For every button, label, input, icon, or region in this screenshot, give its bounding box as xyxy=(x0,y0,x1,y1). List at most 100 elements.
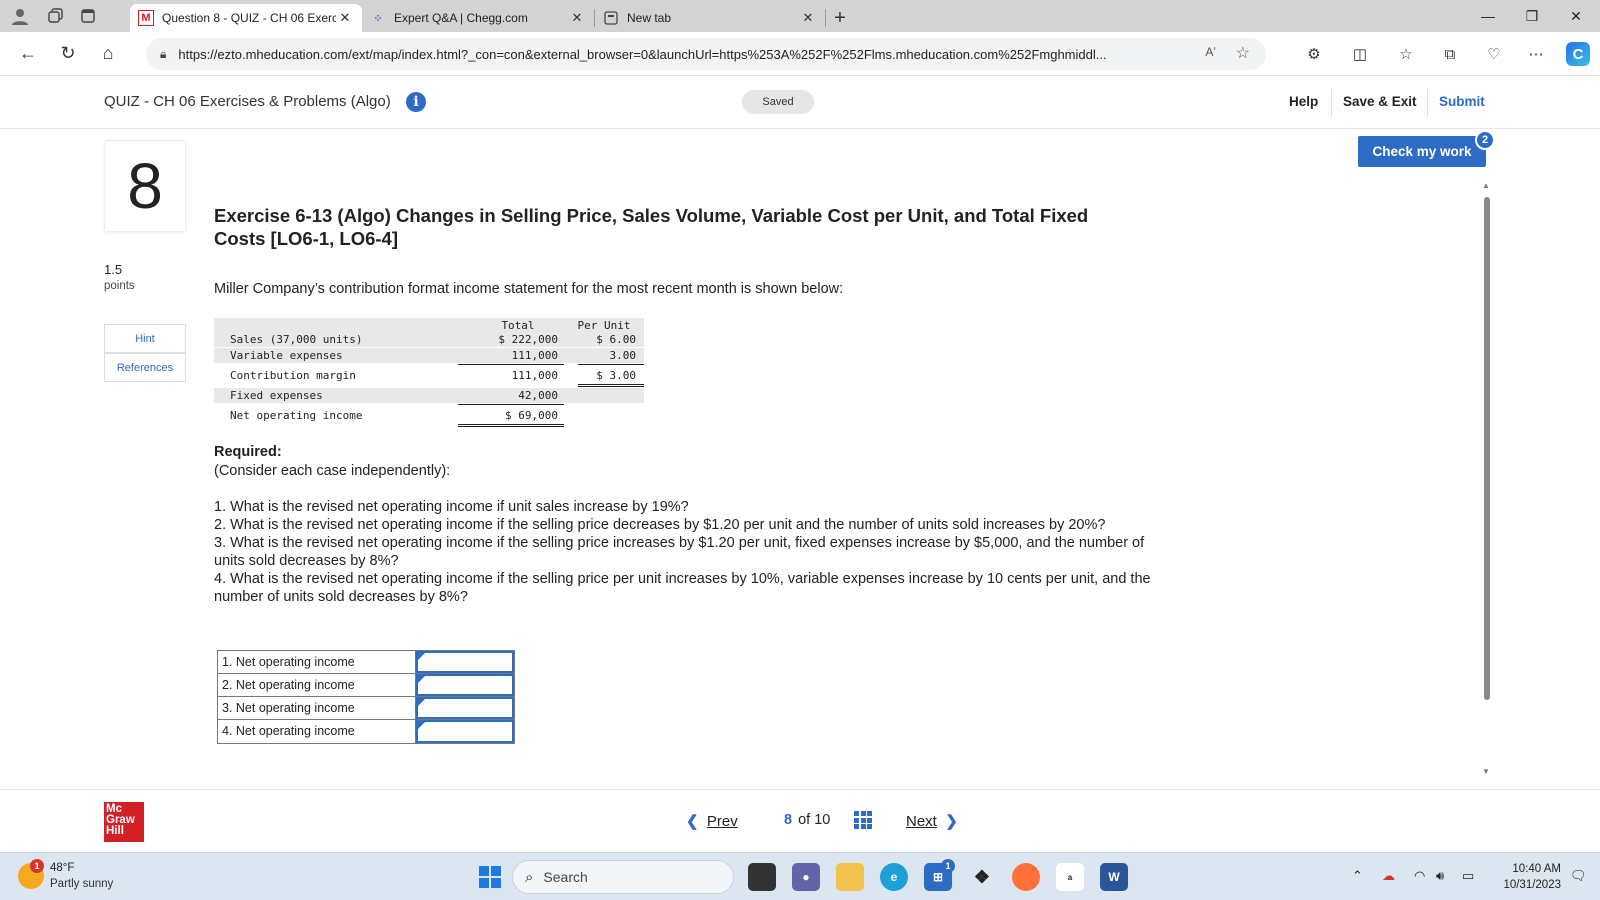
tab-label: New tab xyxy=(627,11,672,25)
answer-input-1[interactable] xyxy=(416,651,514,673)
divider xyxy=(1427,89,1428,117)
newtab-icon xyxy=(603,10,619,26)
scrollbar-thumb[interactable] xyxy=(1484,197,1490,700)
workspaces-icon[interactable] xyxy=(40,0,72,32)
close-tab-icon[interactable]: ✕ xyxy=(799,10,817,26)
new-tab-button[interactable]: + xyxy=(826,4,854,32)
home-icon[interactable]: ⌂ xyxy=(90,38,126,70)
table-row: 1. Net operating income xyxy=(218,651,514,674)
clock-time[interactable]: 10:40 AM xyxy=(1505,863,1561,875)
dropbox-icon[interactable]: ❖ xyxy=(968,863,996,891)
firefox-icon[interactable] xyxy=(1012,863,1040,891)
scroll-down-arrow-icon[interactable]: ▼ xyxy=(1482,767,1490,776)
question-grid-icon[interactable] xyxy=(854,811,872,829)
answer-label: 1. Net operating income xyxy=(218,651,416,673)
subtotal-rule xyxy=(578,386,644,387)
extensions-icon[interactable]: ⚙ xyxy=(1300,40,1328,68)
back-icon[interactable]: ← xyxy=(10,38,46,70)
info-icon[interactable]: i xyxy=(406,92,426,112)
answer-input-4[interactable] xyxy=(416,720,514,743)
row-total: 111,000 xyxy=(511,349,558,362)
weather-temperature[interactable]: 48°F xyxy=(50,862,74,874)
submit-link[interactable]: Submit xyxy=(1439,94,1485,109)
divider xyxy=(1331,89,1332,117)
task-view-icon[interactable] xyxy=(748,863,776,891)
volume-icon[interactable]: 🔊︎ xyxy=(1436,868,1444,884)
minimize-icon[interactable]: — xyxy=(1466,0,1510,32)
browser-tab-strip: M Question 8 - QUIZ - CH 06 Exerci ✕ ⁘ E… xyxy=(0,0,1600,32)
answer-input-2[interactable] xyxy=(416,674,514,696)
total-double-rule xyxy=(458,426,564,427)
cell-marker-icon xyxy=(418,699,425,706)
favorite-star-icon[interactable]: ☆ xyxy=(1236,43,1250,63)
word-icon[interactable]: W xyxy=(1100,863,1128,891)
clock-date[interactable]: 10/31/2023 xyxy=(1495,879,1561,891)
table-row: Fixed expenses 42,000 xyxy=(214,388,644,403)
answer-label: 4. Net operating income xyxy=(218,720,416,743)
question-item: 2. What is the revised net operating inc… xyxy=(214,517,1106,533)
table-row: Contribution margin 111,000 $ 3.00 xyxy=(214,368,644,383)
row-label: Contribution margin xyxy=(230,369,356,382)
prev-button[interactable]: ❮ Prev xyxy=(686,812,738,830)
reload-icon[interactable]: ↻ xyxy=(50,38,86,70)
split-screen-icon[interactable]: ◫ xyxy=(1346,40,1374,68)
browser-essentials-icon[interactable]: ♡ xyxy=(1480,40,1508,68)
close-tab-icon[interactable]: ✕ xyxy=(568,10,586,26)
battery-icon[interactable]: ▭ xyxy=(1462,868,1474,884)
favorites-icon[interactable]: ☆ xyxy=(1392,40,1420,68)
edge-browser-icon[interactable]: e xyxy=(880,863,908,891)
row-label: Sales (37,000 units) xyxy=(230,333,363,346)
close-tab-icon[interactable]: ✕ xyxy=(336,10,354,26)
tab-chegg[interactable]: ⁘ Expert Q&A | Chegg.com ✕ xyxy=(362,4,594,32)
close-window-icon[interactable]: ✕ xyxy=(1554,0,1598,32)
check-my-work-button[interactable]: Check my work xyxy=(1358,136,1486,167)
hint-button[interactable]: Hint xyxy=(104,324,186,353)
teams-chat-icon[interactable]: ● xyxy=(792,863,820,891)
copilot-icon[interactable]: C xyxy=(1566,42,1590,66)
required-questions: 1. What is the revised net operating inc… xyxy=(214,498,1154,606)
more-menu-icon[interactable]: ⋯ xyxy=(1522,40,1550,68)
cell-marker-icon xyxy=(418,722,425,729)
cloud-sync-icon[interactable]: ☁ xyxy=(1382,868,1395,884)
answer-cell xyxy=(416,720,514,743)
row-total: 42,000 xyxy=(518,389,558,402)
url-text[interactable]: https://ezto.mheducation.com/ext/map/ind… xyxy=(178,47,1266,62)
notifications-icon[interactable]: 🗨︎ xyxy=(1570,868,1587,884)
wifi-icon[interactable]: ◠ xyxy=(1414,868,1425,884)
collections-icon[interactable]: ⧉ xyxy=(1436,40,1464,68)
prev-label: Prev xyxy=(706,813,738,830)
store-notification-badge: 1 xyxy=(941,859,955,873)
next-button[interactable]: Next ❯ xyxy=(906,812,958,830)
save-exit-link[interactable]: Save & Exit xyxy=(1343,94,1417,109)
help-link[interactable]: Help xyxy=(1289,94,1318,109)
answer-input-3[interactable] xyxy=(416,697,514,719)
table-row: Sales (37,000 units) $ 222,000 $ 6.00 xyxy=(214,332,644,347)
windows-start-icon[interactable] xyxy=(479,866,501,888)
file-explorer-icon[interactable] xyxy=(836,863,864,891)
lock-icon[interactable]: 🔒︎ xyxy=(160,47,166,62)
amazon-icon[interactable]: a xyxy=(1056,863,1084,891)
mheducation-favicon-icon: M xyxy=(138,10,154,26)
profile-icon[interactable] xyxy=(0,0,40,32)
question-counter: 8 of 10 xyxy=(784,812,830,828)
taskbar-search[interactable]: ⌕ Search xyxy=(512,860,734,894)
read-aloud-icon[interactable]: Aʼ xyxy=(1205,45,1216,59)
row-total: 111,000 xyxy=(511,369,558,382)
weather-description[interactable]: Partly sunny xyxy=(50,878,113,890)
row-total: $ 222,000 xyxy=(498,333,558,346)
tab-quiz[interactable]: M Question 8 - QUIZ - CH 06 Exerci ✕ xyxy=(130,4,362,32)
table-row: 2. Net operating income xyxy=(218,674,514,697)
scroll-up-arrow-icon[interactable]: ▲ xyxy=(1482,181,1490,190)
table-row: Variable expenses 111,000 3.00 xyxy=(214,348,644,363)
required-heading: Required: xyxy=(214,444,282,460)
references-button[interactable]: References xyxy=(104,353,186,382)
address-bar[interactable]: 🔒︎ https://ezto.mheducation.com/ext/map/… xyxy=(146,38,1266,70)
answer-table: 1. Net operating income 2. Net operating… xyxy=(217,650,515,744)
restore-icon[interactable]: ❐ xyxy=(1510,0,1554,32)
tab-actions-icon[interactable] xyxy=(72,0,104,32)
tab-new-tab[interactable]: New tab ✕ xyxy=(595,4,825,32)
quiz-header: QUIZ - CH 06 Exercises & Problems (Algo)… xyxy=(0,77,1600,129)
subtotal-rule xyxy=(458,364,564,365)
intro-text: Miller Company’s contribution format inc… xyxy=(214,281,844,297)
show-hidden-icons-icon[interactable]: ⌃ xyxy=(1352,868,1363,884)
